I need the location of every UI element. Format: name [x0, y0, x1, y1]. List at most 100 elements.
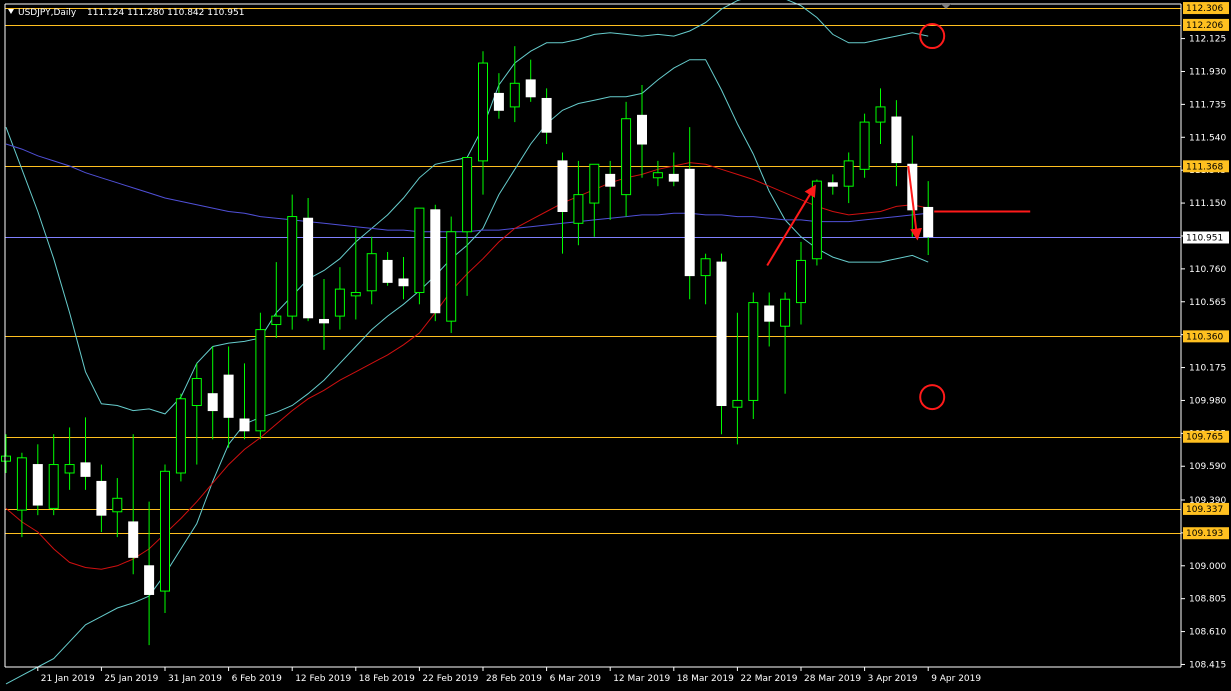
- candle-body: [446, 231, 457, 322]
- candle-body: [350, 291, 361, 297]
- candle-body: [652, 172, 663, 179]
- chart-background: [0, 0, 1231, 691]
- level-price-label: 112.306: [1186, 4, 1223, 14]
- candle-body: [32, 464, 43, 506]
- candle-body: [398, 278, 409, 287]
- candle-body: [716, 261, 727, 407]
- date-tick-label: 6 Feb 2019: [232, 674, 283, 684]
- price-tick-label: 109.980: [1189, 396, 1226, 406]
- candle-body: [207, 393, 218, 412]
- candle-body: [478, 62, 488, 162]
- date-tick-label: 12 Feb 2019: [295, 674, 351, 684]
- candle-body: [334, 288, 345, 317]
- symbol-title: USDJPY,Daily: [18, 8, 77, 18]
- date-tick-label: 9 Apr 2019: [931, 674, 981, 684]
- date-tick-label: 28 Mar 2019: [804, 674, 861, 684]
- candle-body: [16, 457, 27, 511]
- candle-body: [732, 399, 743, 408]
- candle: [748, 292, 759, 420]
- candle-body: [191, 378, 202, 407]
- candle: [175, 393, 186, 482]
- date-tick-label: 28 Feb 2019: [486, 674, 542, 684]
- date-tick-label: 31 Jan 2019: [168, 674, 222, 684]
- candle-body: [366, 253, 377, 292]
- candle-body: [96, 480, 107, 516]
- candle-body: [382, 259, 393, 283]
- current-price-label: 110.951: [1186, 234, 1223, 244]
- candle-body: [637, 114, 647, 145]
- candle-body: [621, 118, 632, 196]
- candle-body: [891, 116, 902, 164]
- price-tick-label: 111.930: [1189, 67, 1226, 77]
- level-price-label: 110.360: [1186, 332, 1223, 342]
- candle-body: [509, 82, 520, 108]
- price-tick-label: 110.760: [1189, 265, 1226, 275]
- candle-body: [414, 207, 425, 293]
- candle-body: [764, 305, 775, 322]
- level-price-label: 111.368: [1186, 162, 1223, 172]
- candle: [430, 204, 441, 322]
- candle-body: [1, 455, 11, 462]
- date-tick-label: 12 Mar 2019: [613, 674, 670, 684]
- candle-body: [811, 180, 822, 260]
- candle-body: [859, 121, 870, 170]
- price-chart[interactable]: 112.125111.930111.735111.540111.345111.1…: [0, 0, 1231, 691]
- candle-body: [128, 521, 139, 558]
- date-tick-label: 18 Feb 2019: [359, 674, 415, 684]
- date-tick-label: 22 Feb 2019: [422, 674, 478, 684]
- price-tick-label: 108.610: [1189, 628, 1226, 638]
- candle-body: [255, 329, 266, 432]
- ohlc-header: 111.124 111.280 110.842 110.951: [87, 8, 244, 18]
- candle-body: [175, 398, 186, 474]
- level-price-label: 109.337: [1186, 505, 1223, 515]
- candle-body: [668, 173, 679, 182]
- price-tick-label: 110.175: [1189, 364, 1226, 374]
- candle-body: [827, 182, 838, 187]
- candle-body: [112, 497, 123, 513]
- candle-body: [64, 464, 75, 474]
- candle-body: [557, 160, 568, 213]
- candle: [414, 207, 425, 305]
- chart-title-bar: USDJPY,Daily 111.124 111.280 110.842 110…: [8, 8, 244, 18]
- price-axis[interactable]: 112.125111.930111.735111.540111.345111.1…: [1181, 2, 1229, 670]
- date-tick-label: 22 Mar 2019: [740, 674, 797, 684]
- candle-body: [271, 315, 282, 326]
- price-tick-label: 111.735: [1189, 100, 1226, 110]
- candle-body: [684, 168, 695, 277]
- candle: [811, 179, 822, 266]
- level-price-label: 109.193: [1186, 529, 1223, 539]
- candle-body: [525, 79, 536, 98]
- price-tick-label: 112.125: [1189, 35, 1226, 45]
- candle: [160, 464, 170, 614]
- level-price-label: 112.206: [1186, 21, 1223, 31]
- price-tick-label: 109.000: [1189, 562, 1226, 572]
- candle-body: [875, 106, 886, 123]
- date-tick-label: 18 Mar 2019: [677, 674, 734, 684]
- candle-body: [239, 418, 250, 432]
- candle-body: [573, 194, 584, 224]
- date-tick-label: 6 Mar 2019: [550, 674, 602, 684]
- candle-body: [605, 173, 616, 187]
- candle-body: [48, 464, 59, 509]
- price-tick-label: 109.590: [1189, 462, 1226, 472]
- price-tick-label: 108.415: [1189, 660, 1226, 670]
- candle-body: [319, 318, 329, 324]
- price-tick-label: 111.150: [1189, 199, 1226, 209]
- candle-body: [303, 217, 314, 319]
- candle-body: [223, 374, 234, 418]
- candle-body: [780, 298, 791, 327]
- candle-body: [144, 565, 155, 595]
- candle-body: [80, 462, 91, 477]
- candle-body: [843, 160, 854, 187]
- level-price-label: 109.765: [1186, 433, 1223, 443]
- candle-body: [160, 470, 170, 592]
- candle-body: [748, 302, 759, 401]
- candle-body: [493, 92, 504, 111]
- candle: [446, 216, 457, 333]
- candle-body: [589, 163, 600, 204]
- candle-body: [796, 259, 806, 304]
- date-tick-label: 3 Apr 2019: [868, 674, 918, 684]
- candle-body: [700, 258, 711, 277]
- candle-body: [462, 157, 473, 233]
- date-tick-label: 21 Jan 2019: [41, 674, 95, 684]
